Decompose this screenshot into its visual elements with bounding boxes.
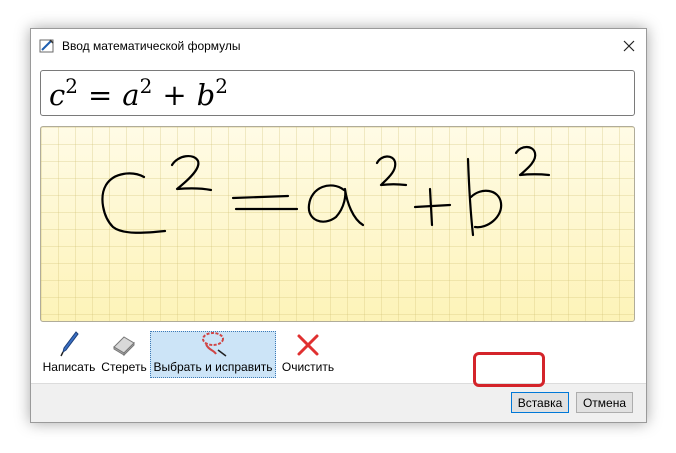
formula-term: c	[49, 78, 66, 112]
clear-tool-button[interactable]: Очистить	[276, 331, 340, 378]
handwriting-canvas[interactable]	[40, 126, 635, 322]
formula-operator: =	[87, 78, 113, 112]
eraser-icon	[110, 332, 138, 358]
formula-exponent: 2	[139, 74, 153, 98]
select-correct-tool-button[interactable]: Выбрать и исправить	[150, 331, 276, 378]
close-icon[interactable]	[612, 29, 646, 62]
erase-tool-button[interactable]: Стереть	[98, 331, 150, 378]
window-title: Ввод математической формулы	[62, 39, 241, 53]
dialog-footer: Вставка Отмена	[31, 383, 646, 422]
recognized-formula: c2 = a2 + b2	[49, 74, 228, 112]
formula-term: a	[122, 78, 140, 112]
write-tool-label: Написать	[42, 360, 96, 374]
formula-operator: +	[162, 78, 187, 112]
formula-exponent: 2	[215, 74, 228, 98]
pen-icon	[58, 330, 80, 358]
erase-tool-label: Стереть	[101, 360, 147, 374]
lasso-icon	[196, 330, 230, 358]
cancel-button[interactable]: Отмена	[576, 392, 633, 413]
math-panel-icon	[39, 38, 55, 54]
insert-button[interactable]: Вставка	[511, 392, 569, 413]
clear-tool-label: Очистить	[281, 360, 335, 374]
formula-term: b	[196, 78, 216, 112]
clear-x-icon	[296, 332, 320, 358]
select-correct-tool-label: Выбрать и исправить	[153, 360, 273, 374]
formula-preview: c2 = a2 + b2	[40, 70, 635, 116]
handwritten-formula	[101, 145, 551, 237]
insert-highlight-annotation	[473, 352, 545, 387]
formula-exponent: 2	[65, 74, 78, 98]
write-tool-button[interactable]: Написать	[40, 331, 98, 378]
math-input-window: Ввод математической формулы c2=a2+b2	[30, 28, 647, 423]
title-bar[interactable]: Ввод математической формулы	[31, 29, 646, 62]
input-toolbar: Написать Стереть Выбрать и исправить Очи…	[40, 331, 340, 381]
